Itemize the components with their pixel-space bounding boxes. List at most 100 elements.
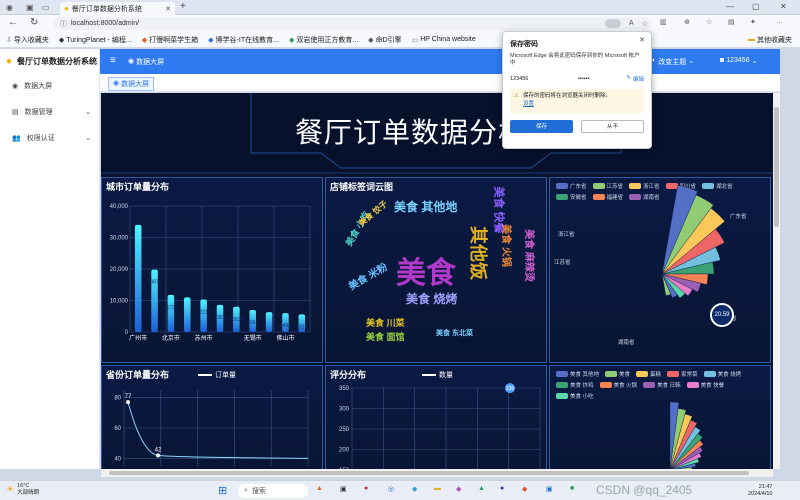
back-icon[interactable]: ←	[8, 17, 18, 28]
taskbar-app-icon[interactable]: ●	[500, 485, 504, 492]
sidebar-item-dashboard[interactable]: ◉ 数据大屏	[0, 73, 99, 99]
more-icon[interactable]: …	[776, 18, 783, 25]
scrollbar-thumb[interactable]	[774, 107, 779, 227]
settings-link[interactable]: 设置	[523, 101, 611, 109]
favorite-item[interactable]: ◆ 命D引擎	[368, 35, 401, 45]
maximize-icon[interactable]: ▢	[752, 2, 760, 11]
file-explorer-icon[interactable]: ▬	[434, 485, 441, 492]
favorite-item[interactable]: ▭ HP China website	[412, 36, 476, 44]
taskbar-search[interactable]: ⌕ 搜索	[238, 484, 308, 498]
favorite-item[interactable]: ◆ 打慢啊菜学生箱	[142, 35, 198, 45]
sidebar-item-auth[interactable]: 👥 权限认证 ⌄	[0, 125, 99, 151]
never-button[interactable]: 从不	[580, 119, 644, 133]
theme-switcher[interactable]: ◐ 改变主题 ⌄	[652, 57, 694, 67]
x-tick-label: 无锡市	[244, 334, 262, 342]
edit-button[interactable]: ✎ 编辑	[626, 75, 644, 83]
breadcrumb[interactable]: ◉ 数据大屏	[128, 57, 164, 67]
rating-panel: 评分分布 数量 150200250300350335	[325, 365, 547, 469]
bookmark-icon: ◆	[58, 36, 65, 44]
address-row: ← ↻ ⓘ localhost:8000/admin/ A ☆ ▥ ⊕ ☆ ▤ …	[0, 15, 800, 32]
horizontal-scrollbar[interactable]	[101, 469, 773, 477]
taskbar-app-icon[interactable]: ◆	[412, 485, 417, 493]
y-tick-label: 0	[125, 330, 129, 336]
password-key-icon[interactable]	[605, 19, 622, 28]
windows-start-icon[interactable]: ⊞	[218, 484, 227, 497]
username-value: 123456	[510, 76, 529, 83]
favorite-item[interactable]: ◆ 博学谷-IT在线教育...	[208, 35, 279, 45]
taskbar-app-icon[interactable]: ●	[364, 485, 368, 492]
warning-box: ⚠ 保存的密码将在浏览器关闭时删除。 设置	[510, 89, 644, 113]
y-tick-label: 10,000	[110, 299, 129, 305]
data-point	[126, 400, 130, 405]
taskview-icon[interactable]: ▣	[340, 485, 347, 493]
vertical-scrollbar[interactable]	[773, 93, 780, 469]
address-bar[interactable]: ⓘ localhost:8000/admin/ A ☆	[54, 17, 652, 30]
y-tick-label: 350	[339, 386, 350, 392]
bookmark-icon: ◆	[368, 36, 374, 44]
extensions-icon[interactable]: ⊕	[684, 18, 690, 26]
bar-data-label: 7314	[296, 324, 307, 330]
profile-icon[interactable]: ◉	[6, 3, 13, 12]
bookmark-icon: ◆	[208, 36, 214, 44]
browser-tab-strip: ◉ ▣ ▭ ● 餐厅订单数据分析系统 ✕ + — ▢ ✕	[0, 0, 800, 15]
refresh-icon[interactable]: ↻	[30, 17, 38, 28]
tab-close-icon[interactable]: ✕	[165, 5, 171, 13]
collections-icon[interactable]: ▤	[728, 18, 735, 26]
eye-icon: ◉	[128, 58, 135, 65]
wordcloud-word: 美食 东北菜	[436, 330, 473, 337]
tag-dashboard[interactable]: ◉ 数据大屏	[108, 77, 155, 91]
split-screen-icon[interactable]: ▥	[660, 18, 667, 26]
wordcloud-word: 美食 面馆	[366, 332, 405, 342]
other-favorites[interactable]: ▬ 其他收藏夹	[748, 35, 792, 45]
slice-label: 浙江省	[558, 230, 575, 238]
browser-tab[interactable]: ● 餐厅订单数据分析系统 ✕	[60, 2, 175, 15]
site-info-icon[interactable]: ⓘ	[60, 19, 67, 29]
favorite-item[interactable]: ◆ TuringPlanet - 编程...	[59, 35, 132, 45]
sidebar-item-data-management[interactable]: ▤ 数据管理 ⌄	[0, 99, 99, 125]
save-button[interactable]: 保存	[510, 119, 573, 133]
taskbar-app-icon[interactable]: ◆	[522, 485, 527, 493]
weather-widget[interactable]: ☀ 16°C 大部晴朗	[6, 483, 39, 496]
taskbar-app-icon[interactable]: ▲	[316, 485, 323, 492]
palette-icon: ◐	[652, 57, 657, 64]
favorite-item[interactable]: ⇩ 导入收藏夹	[6, 35, 49, 45]
dialog-title: 保存密码	[510, 41, 538, 48]
tab-actions-icon[interactable]: ▭	[42, 3, 50, 12]
taskbar-app-icon[interactable]: ■	[570, 485, 574, 492]
scrollbar-thumb[interactable]	[109, 471, 749, 475]
wordcloud-panel: 店铺标签词云图 美食 其他饭 美食 其他地 美食 快餐 美食 烧烤 美食 川菜 美食 火锅美…	[325, 177, 547, 363]
sidebar-item-label: 数据管理	[24, 109, 53, 116]
warning-icon: ⚠	[514, 93, 519, 100]
bar-data-label: 9061	[247, 320, 258, 326]
favorite-star-icon[interactable]: ☆	[642, 20, 648, 28]
new-tab-icon[interactable]: +	[180, 1, 186, 12]
favorite-item[interactable]: ◆ 双岩使用正方教育...	[289, 35, 358, 45]
tags-view: ◉ 数据大屏	[100, 74, 780, 92]
taskbar-app-icon[interactable]: ▣	[546, 485, 553, 493]
dialog-description: Microsoft Edge 会将此密码保存到你的 Microsoft 帐户中	[510, 53, 640, 67]
import-icon: ⇩	[6, 36, 12, 44]
pie-tooltip: 20.59	[710, 303, 734, 327]
slice-label: 江苏省	[554, 258, 571, 266]
city-orders-panel: 城市订单量分布 0 10,000 20,000 30,000 40,000 广州市 1987…	[101, 177, 323, 363]
copilot-icon[interactable]: ✦	[750, 18, 756, 26]
wordcloud-word: 美食 麻辣烫	[522, 229, 534, 282]
chevron-down-icon: ⌄	[85, 109, 91, 116]
brand-title: 餐厅订单数据分析系统	[17, 56, 98, 66]
workspaces-icon[interactable]: ▣	[26, 3, 34, 12]
rating-chart: 150200250300350335	[339, 383, 541, 469]
taskbar-app-icon[interactable]: ◆	[456, 485, 461, 493]
edge-icon[interactable]: ◎	[388, 485, 394, 493]
y-tick-label: 40,000	[110, 204, 129, 210]
clock[interactable]: 21:47 2024/4/10	[748, 484, 772, 497]
favorites-icon[interactable]: ☆	[706, 18, 712, 26]
read-aloud-icon[interactable]: A	[629, 20, 634, 27]
minimize-icon[interactable]: —	[726, 2, 734, 11]
user-menu[interactable]: ◙ 123456 ⌄	[720, 57, 757, 65]
menu-toggle-icon[interactable]: ≡	[110, 55, 116, 66]
bar-data-label: 10505	[213, 315, 227, 321]
taskbar: ☀ 16°C 大部晴朗 ⊞ ⌕ 搜索 ▲ ▣ ● ◎ ◆ ▬ ◆ ▲ ● ◆ ▣ …	[0, 480, 800, 500]
close-icon[interactable]: ✕	[639, 36, 645, 44]
window-close-icon[interactable]: ✕	[780, 2, 787, 11]
taskbar-app-icon[interactable]: ▲	[478, 485, 485, 492]
